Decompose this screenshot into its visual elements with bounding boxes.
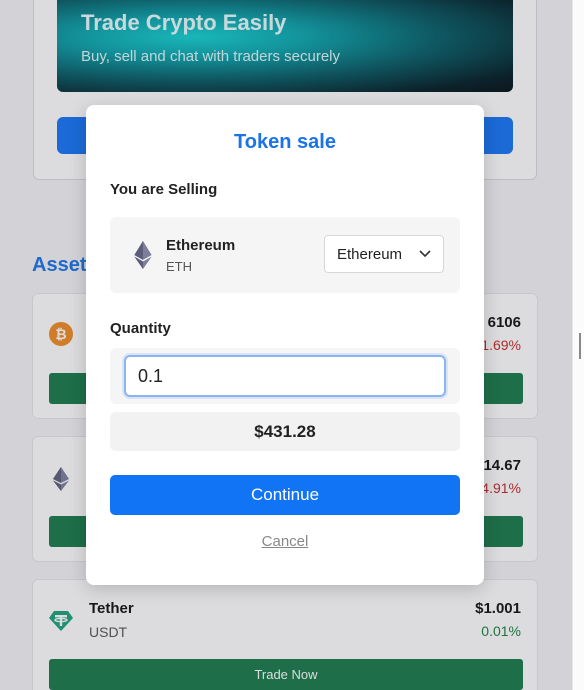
usd-value: $431.28	[110, 412, 460, 451]
scrollbar-thumb[interactable]	[579, 333, 581, 359]
cancel-link[interactable]: Cancel	[86, 533, 484, 550]
token-selector-box: Ethereum ETH Ethereum	[110, 217, 460, 293]
quantity-box	[110, 348, 460, 404]
continue-button[interactable]: Continue	[110, 475, 460, 515]
ethereum-icon	[134, 241, 152, 269]
quantity-label: Quantity	[110, 320, 171, 337]
chevron-down-icon	[419, 250, 431, 258]
scrollbar[interactable]	[572, 0, 584, 690]
page: Trade Crypto Easily Buy, sell and chat w…	[0, 0, 572, 690]
token-name: Ethereum	[166, 237, 236, 254]
modal-title: Token sale	[234, 131, 336, 153]
quantity-input[interactable]	[124, 355, 446, 397]
token-select-value: Ethereum	[337, 245, 403, 263]
selling-label: You are Selling	[110, 181, 218, 198]
token-symbol: ETH	[166, 259, 192, 274]
token-sale-modal: Token sale You are Selling Ethereum ETH …	[86, 105, 484, 585]
token-select[interactable]: Ethereum	[324, 235, 444, 273]
